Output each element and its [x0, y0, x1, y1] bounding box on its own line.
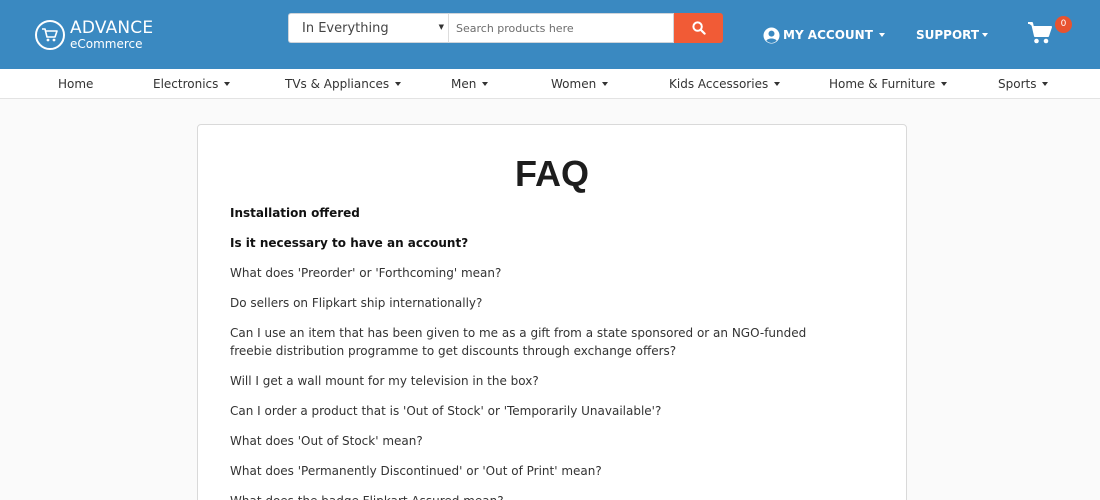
caret-down-icon — [774, 82, 781, 86]
nav-item-label: Home — [58, 77, 94, 91]
category-nav: Home Electronics TVs & Appliances Men Wo… — [0, 69, 1100, 99]
nav-item-label: Kids Accessories — [669, 77, 769, 91]
nav-item-sports[interactable]: Sports — [998, 77, 1049, 91]
search-category-select[interactable]: In Everything ▼ — [288, 13, 448, 43]
nav-item-label: TVs & Appliances — [285, 77, 390, 91]
caret-down-icon — [224, 82, 231, 86]
search-bar: In Everything ▼ — [288, 13, 723, 43]
faq-question[interactable]: Installation offered — [230, 204, 850, 222]
faq-question[interactable]: What does 'Preorder' or 'Forthcoming' me… — [230, 264, 850, 282]
support-label: SUPPORT — [916, 28, 980, 42]
nav-item-label: Women — [551, 77, 597, 91]
logo-line2: eCommerce — [70, 37, 143, 51]
site-header: ADVANCE eCommerce In Everything ▼ MY ACC… — [0, 0, 1100, 69]
search-button[interactable] — [674, 13, 723, 43]
my-account-menu[interactable]: MY ACCOUNT — [763, 26, 885, 44]
faq-question[interactable]: Will I get a wall mount for my televisio… — [230, 372, 850, 390]
caret-down-icon — [982, 33, 989, 37]
faq-question[interactable]: Can I use an item that has been given to… — [230, 324, 850, 360]
nav-item-home[interactable]: Home — [58, 77, 93, 91]
nav-item-kids-accessories[interactable]: Kids Accessories — [669, 77, 781, 91]
cart-button[interactable]: 0 — [1027, 16, 1073, 47]
nav-item-label: Electronics — [153, 77, 219, 91]
page-title: FAQ — [514, 153, 589, 194]
nav-item-tvs-appliances[interactable]: TVs & Appliances — [285, 77, 402, 91]
shopping-cart-icon — [1028, 22, 1052, 44]
faq-question[interactable]: Do sellers on Flipkart ship internationa… — [230, 294, 850, 312]
faq-card: FAQ Installation offered Is it necessary… — [197, 124, 907, 500]
caret-down-icon — [395, 82, 402, 86]
faq-question[interactable]: Can I order a product that is 'Out of St… — [230, 402, 850, 420]
caret-down-icon — [482, 82, 489, 86]
caret-down-icon — [941, 82, 948, 86]
my-account-label: MY ACCOUNT — [783, 28, 873, 42]
faq-question[interactable]: Is it necessary to have an account? — [230, 234, 850, 252]
search-icon — [691, 21, 706, 35]
faq-question[interactable]: What does 'Out of Stock' mean? — [230, 432, 850, 450]
nav-item-men[interactable]: Men — [451, 77, 489, 91]
nav-item-women[interactable]: Women — [551, 77, 609, 91]
nav-item-electronics[interactable]: Electronics — [153, 77, 231, 91]
faq-question[interactable]: What does the badge Flipkart Assured mea… — [230, 492, 850, 500]
logo-text: ADVANCE eCommerce — [70, 18, 154, 51]
nav-item-home-furniture[interactable]: Home & Furniture — [829, 77, 948, 91]
caret-down-icon — [1042, 82, 1049, 86]
caret-down-icon — [602, 82, 609, 86]
cart-logo-icon — [35, 20, 65, 50]
search-input[interactable] — [448, 13, 674, 43]
nav-item-label: Men — [451, 77, 477, 91]
nav-item-label: Sports — [998, 77, 1037, 91]
user-circle-icon — [763, 27, 780, 43]
faq-question[interactable]: What does 'Permanently Discontinued' or … — [230, 462, 850, 480]
support-menu[interactable]: SUPPORT — [916, 27, 989, 43]
caret-down-icon: ▼ — [438, 23, 444, 31]
site-logo[interactable]: ADVANCE eCommerce — [35, 18, 153, 52]
search-category-label: In Everything — [302, 21, 389, 36]
nav-item-label: Home & Furniture — [829, 77, 936, 91]
caret-down-icon — [878, 33, 885, 37]
cart-count-badge: 0 — [1055, 16, 1072, 33]
logo-line1: ADVANCE — [70, 18, 154, 38]
